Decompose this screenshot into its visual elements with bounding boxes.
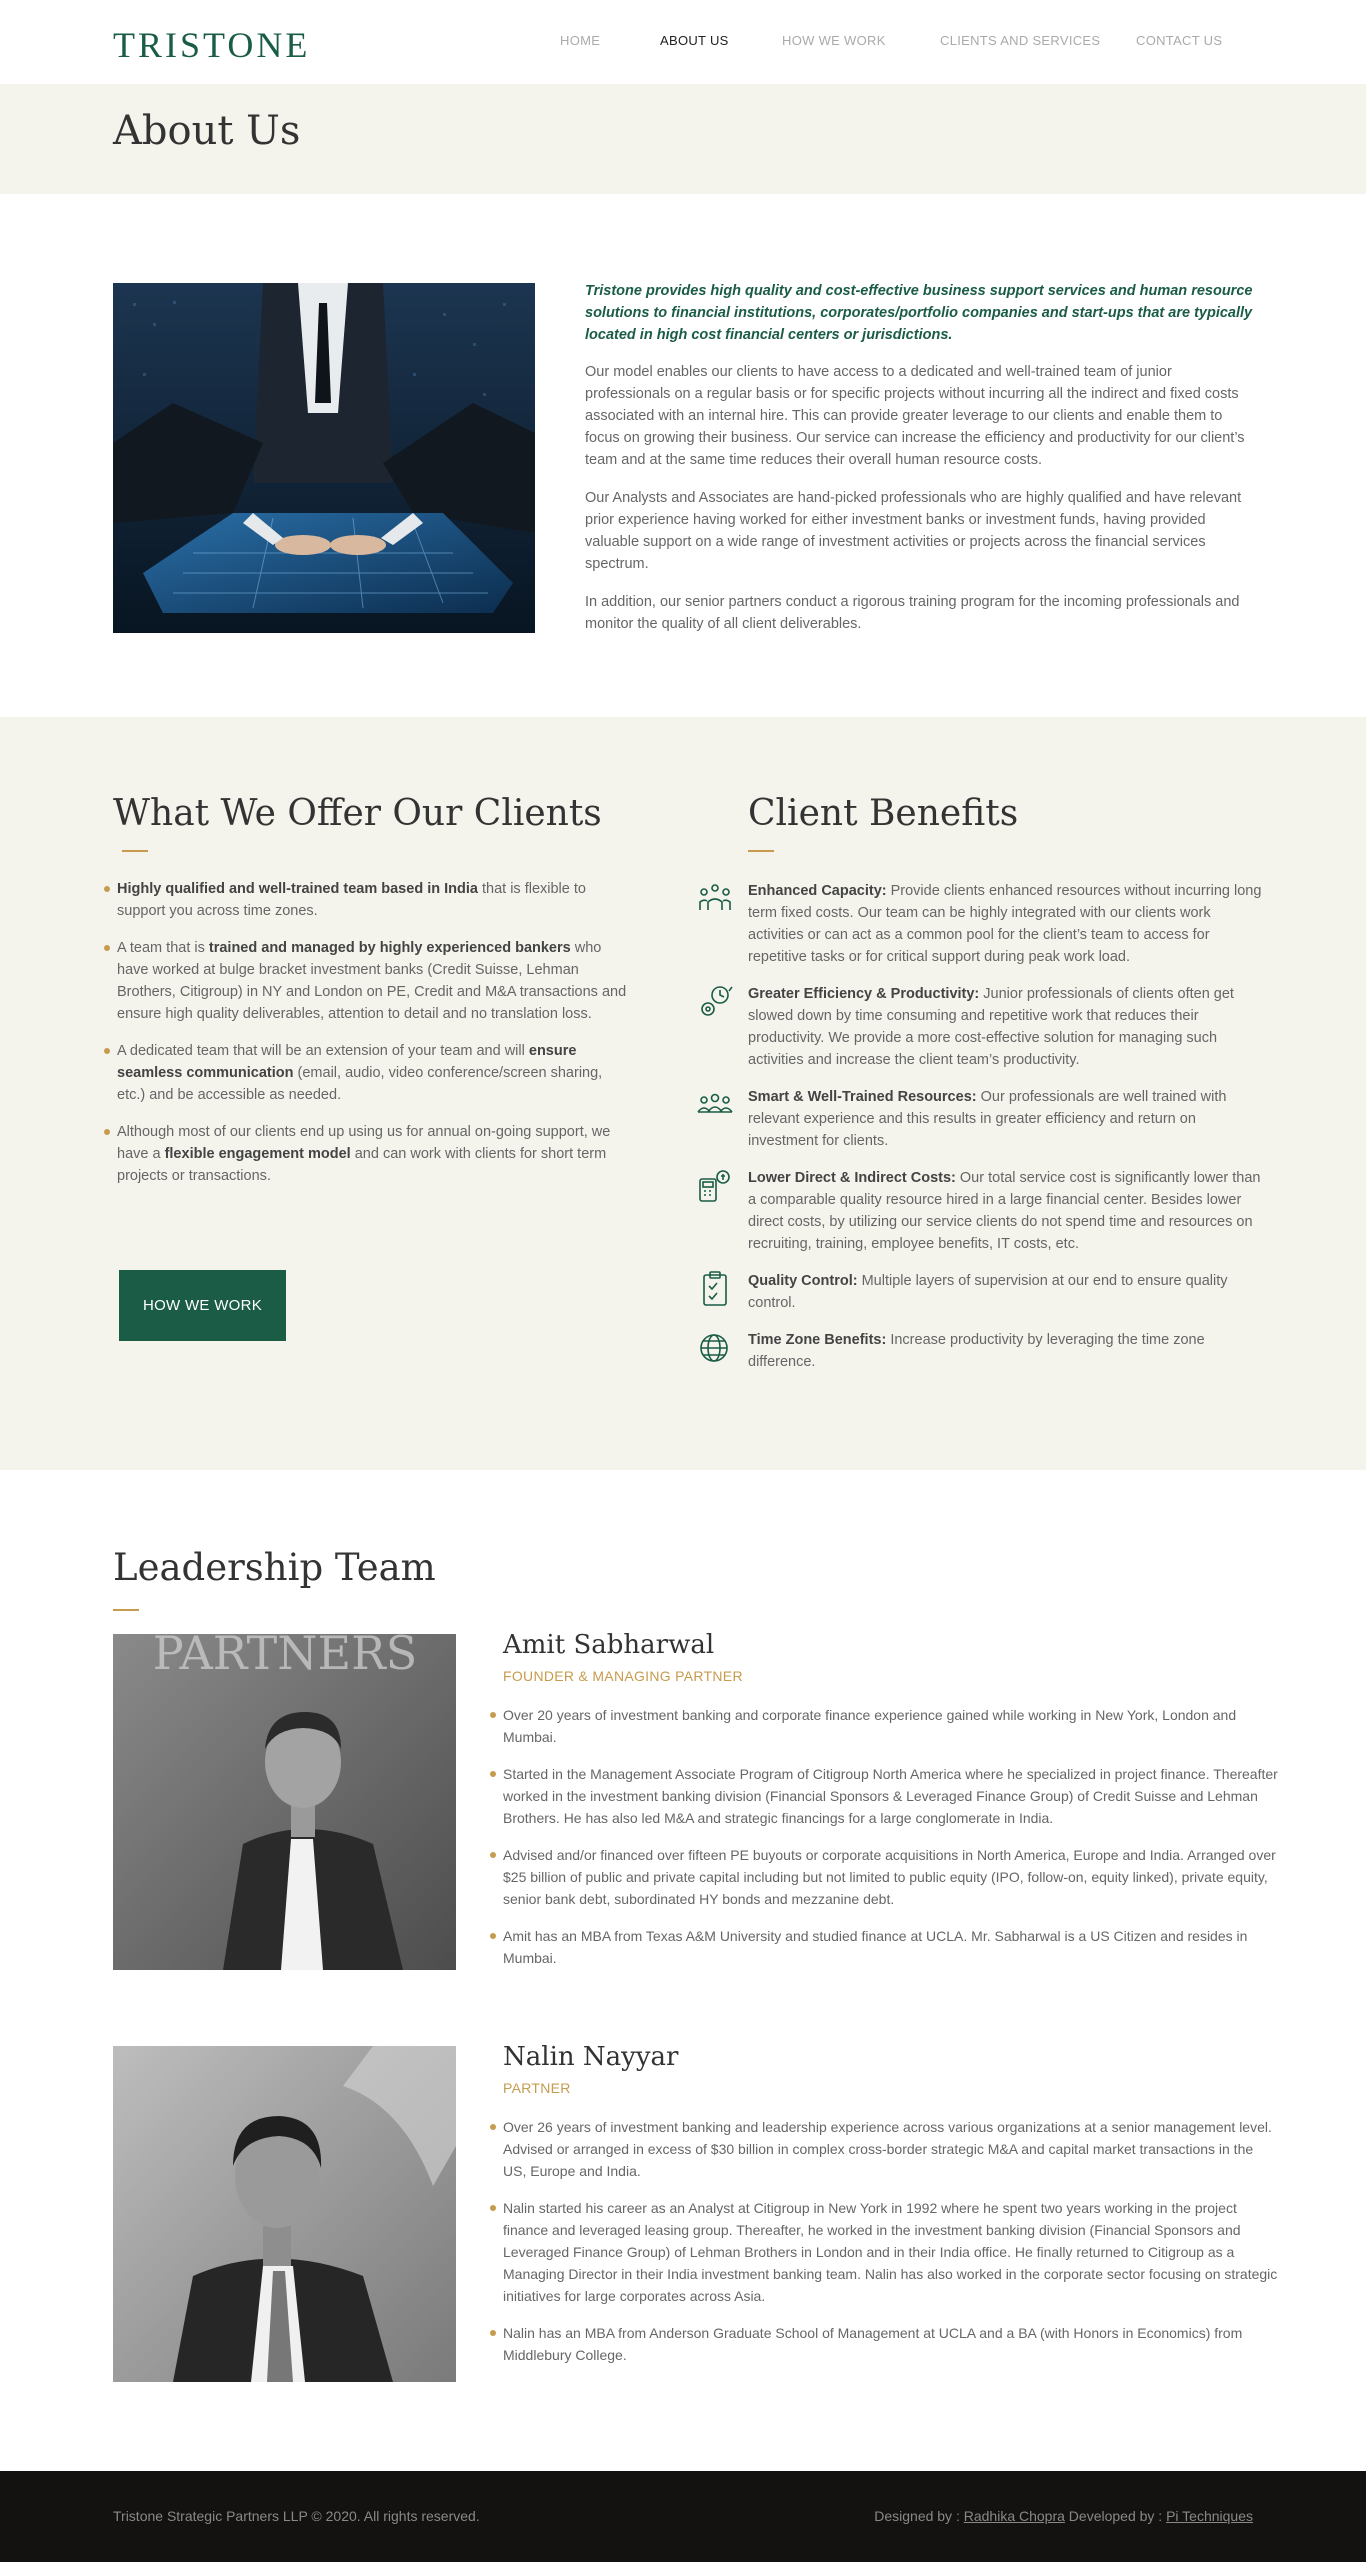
member-photo: PARTNERS <box>113 1634 456 1970</box>
developed-by-label: Developed by : <box>1064 2508 1167 2524</box>
offer-column: What We Offer Our Clients Highly qualifi… <box>104 793 633 1341</box>
benefit-item: Smart & Well-Trained Resources: Our prof… <box>696 1086 1266 1152</box>
offer-benefits-section: What We Offer Our Clients Highly qualifi… <box>0 717 1366 1470</box>
member-role: PARTNER <box>503 2080 571 2096</box>
benefit-item: Greater Efficiency & Productivity: Junio… <box>696 983 1266 1071</box>
page-title-band: About Us <box>0 84 1366 194</box>
nav-about-us[interactable]: ABOUT US <box>660 33 729 48</box>
benefit-item: Lower Direct & Indirect Costs: Our total… <box>696 1167 1266 1255</box>
about-lead: Tristone provides high quality and cost-… <box>585 283 1253 343</box>
member-bio-list: Over 20 years of investment banking and … <box>490 1704 1278 1969</box>
developer-link[interactable]: Pi Techniques <box>1166 2508 1253 2524</box>
offer-list: Highly qualified and well-trained team b… <box>104 878 633 1187</box>
leadership-section: Leadership Team PARTNERS Amit Sabharwal <box>0 1470 1366 2471</box>
bio-item: Advised and/or financed over fifteen PE … <box>490 1844 1278 1910</box>
offer-title: What We Offer Our Clients <box>113 793 602 834</box>
title-underline <box>113 1609 139 1611</box>
nav-contact-us[interactable]: CONTACT US <box>1136 33 1222 48</box>
capacity-icon <box>699 884 731 910</box>
bio-item: Amit has an MBA from Texas A&M Universit… <box>490 1925 1278 1969</box>
about-section: Tristone provides high quality and cost-… <box>0 194 1366 717</box>
bio-item: Over 20 years of investment banking and … <box>490 1704 1278 1748</box>
designer-link[interactable]: Radhika Chopra <box>964 2508 1065 2524</box>
offer-item: Highly qualified and well-trained team b… <box>104 878 633 922</box>
offer-item: A team that is trained and managed by hi… <box>104 937 633 1025</box>
main-nav: HOME ABOUT US HOW WE WORK CLIENTS AND SE… <box>0 33 1366 53</box>
globe-icon <box>700 1334 728 1362</box>
photo-sign-text: PARTNERS <box>153 1634 417 1680</box>
member-info: Amit Sabharwal FOUNDER & MANAGING PARTNE… <box>490 1630 1278 1984</box>
bio-item: Nalin has an MBA from Anderson Graduate … <box>490 2322 1278 2366</box>
member-name: Amit Sabharwal <box>503 1630 715 1660</box>
site-footer: Tristone Strategic Partners LLP © 2020. … <box>0 2471 1366 2562</box>
member-bio-list: Over 26 years of investment banking and … <box>490 2116 1278 2366</box>
nav-home[interactable]: HOME <box>560 33 600 48</box>
page-title: About Us <box>113 108 301 154</box>
team-icon <box>697 1093 733 1113</box>
cost-icon <box>699 1170 730 1202</box>
how-we-work-button[interactable]: HOW WE WORK <box>119 1270 286 1341</box>
member-role: FOUNDER & MANAGING PARTNER <box>503 1668 743 1684</box>
copyright-text: Tristone Strategic Partners LLP © 2020. … <box>113 2508 480 2524</box>
leadership-title: Leadership Team <box>113 1546 436 1589</box>
offer-item: Although most of our clients end up usin… <box>104 1121 633 1187</box>
benefits-list: Enhanced Capacity: Provide clients enhan… <box>696 880 1266 1373</box>
member-photo <box>113 2046 456 2382</box>
offer-item: A dedicated team that will be an extensi… <box>104 1040 633 1106</box>
about-text: Tristone provides high quality and cost-… <box>585 280 1255 651</box>
bio-item: Started in the Management Associate Prog… <box>490 1763 1278 1829</box>
title-underline <box>122 850 148 852</box>
benefit-item: Time Zone Benefits: Increase productivit… <box>696 1329 1266 1373</box>
footer-credits: Designed by : Radhika Chopra Developed b… <box>874 2508 1253 2524</box>
about-paragraph-3: In addition, our senior partners conduct… <box>585 594 1240 632</box>
about-image <box>113 283 535 633</box>
designed-by-label: Designed by : <box>874 2508 964 2524</box>
about-paragraph-2: Our Analysts and Associates are hand-pic… <box>585 490 1242 572</box>
benefits-column: Client Benefits Enhanced Capacity: Provi… <box>696 793 1266 1388</box>
nav-how-we-work[interactable]: HOW WE WORK <box>782 33 886 48</box>
nav-clients-and-services[interactable]: CLIENTS AND SERVICES <box>940 33 1100 48</box>
bio-item: Over 26 years of investment banking and … <box>490 2116 1278 2182</box>
member-info: Nalin Nayyar PARTNER Over 26 years of in… <box>490 2042 1278 2381</box>
efficiency-icon <box>701 986 733 1016</box>
bio-item: Nalin started his career as an Analyst a… <box>490 2197 1278 2307</box>
benefit-item: Quality Control: Multiple layers of supe… <box>696 1270 1266 1314</box>
about-paragraph-1: Our model enables our clients to have ac… <box>585 364 1245 468</box>
benefit-item: Enhanced Capacity: Provide clients enhan… <box>696 880 1266 968</box>
benefits-title: Client Benefits <box>748 793 1019 834</box>
title-underline <box>748 850 774 852</box>
quality-icon <box>703 1271 727 1306</box>
member-name: Nalin Nayyar <box>503 2042 679 2072</box>
site-header: TRISTONE HOME ABOUT US HOW WE WORK CLIEN… <box>0 0 1366 84</box>
